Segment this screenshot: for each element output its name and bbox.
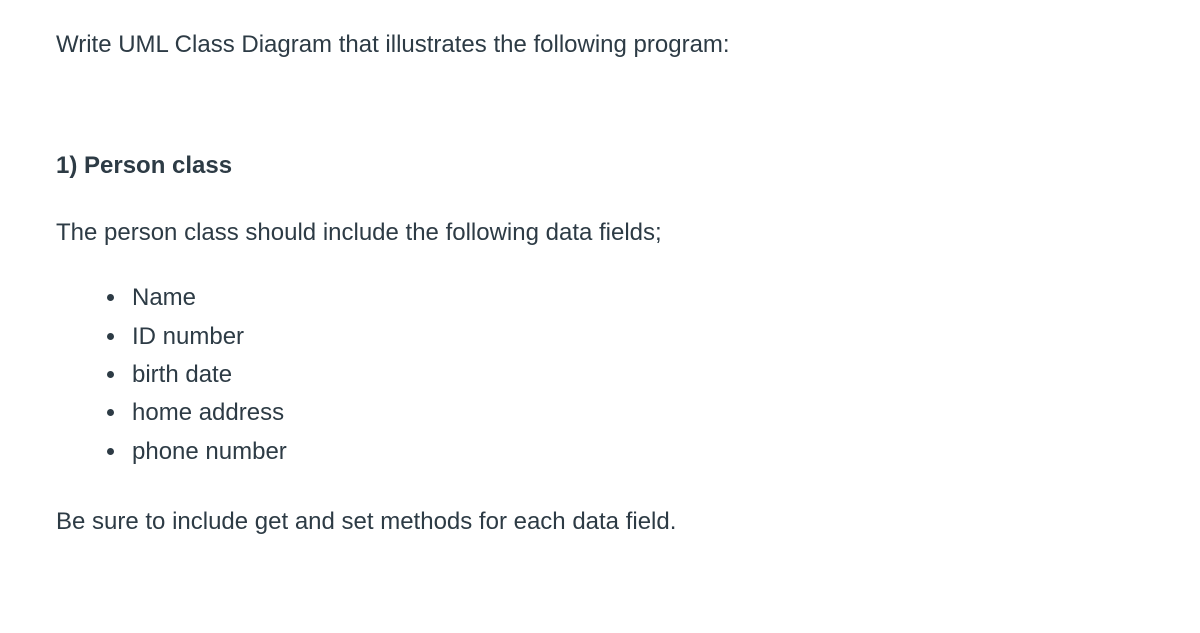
list-item: Name: [128, 279, 1144, 317]
list-item: birth date: [128, 356, 1144, 394]
list-item: phone number: [128, 433, 1144, 471]
list-item: home address: [128, 394, 1144, 432]
section-note: Be sure to include get and set methods f…: [56, 505, 1144, 539]
intro-text: Write UML Class Diagram that illustrates…: [56, 28, 1144, 62]
field-list: Name ID number birth date home address p…: [56, 279, 1144, 471]
section-description: The person class should include the foll…: [56, 216, 1144, 250]
section-heading: 1) Person class: [56, 152, 1144, 180]
list-item: ID number: [128, 318, 1144, 356]
